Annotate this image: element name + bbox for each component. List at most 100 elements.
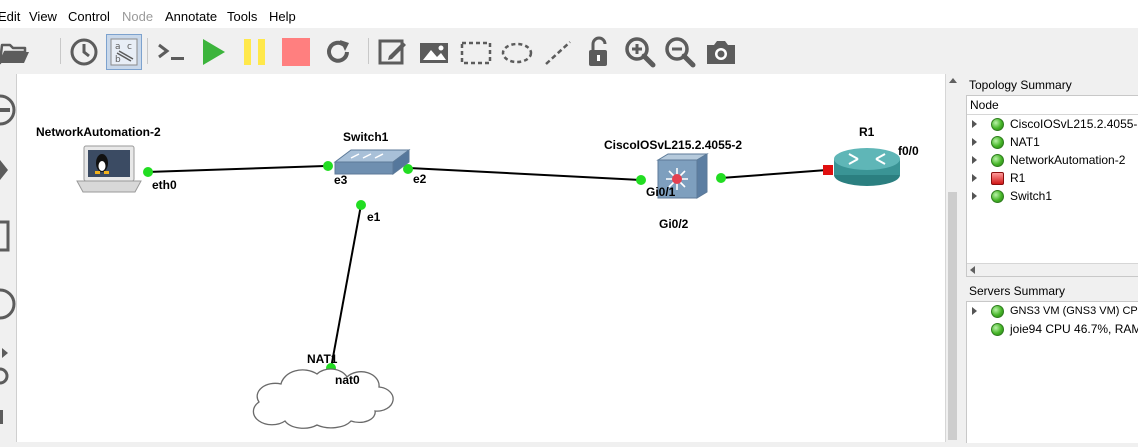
- draw-line-icon: [545, 41, 571, 65]
- add-note-button[interactable]: [375, 34, 411, 70]
- networkautomation-node[interactable]: [76, 145, 142, 193]
- edit-note-icon: [378, 39, 406, 65]
- draw-rectangle-button[interactable]: [458, 34, 494, 70]
- link-networkautomation-switch[interactable]: [146, 165, 326, 173]
- show-interface-labels-icon: a c b: [110, 38, 138, 66]
- port-label-f0-0: f0/0: [898, 144, 919, 158]
- menu-control[interactable]: Control: [68, 0, 110, 28]
- topology-node-row[interactable]: CiscoIOSvL215.2.4055-2: [967, 115, 1138, 133]
- menu-annotate[interactable]: Annotate: [165, 0, 217, 28]
- draw-ellipse-button[interactable]: [499, 34, 535, 70]
- all-devices-category-icon[interactable]: [0, 348, 9, 385]
- stop-all-button[interactable]: [278, 34, 314, 70]
- insert-picture-button[interactable]: [416, 34, 452, 70]
- zoom-in-icon: [625, 37, 656, 68]
- reload-all-button[interactable]: [320, 34, 356, 70]
- scroll-up-icon[interactable]: [949, 78, 957, 83]
- link-switch-nat[interactable]: [330, 204, 362, 369]
- link-status-dot: [356, 200, 366, 210]
- lock-icon: [589, 36, 607, 66]
- svg-text:c: c: [127, 42, 132, 52]
- server-row[interactable]: joie94 CPU 46.7%, RAM 9: [967, 320, 1138, 338]
- expand-arrow-icon[interactable]: [972, 156, 977, 164]
- topology-canvas[interactable]: NetworkAutomation-2 Switch1 CiscoIOSvL21…: [17, 74, 945, 442]
- link-switch-ciscoiosvl2[interactable]: [408, 167, 642, 181]
- lock-items-button[interactable]: [581, 34, 617, 70]
- topology-node-row[interactable]: R1: [967, 169, 1138, 187]
- topology-summary-tree[interactable]: Node CiscoIOSvL215.2.4055-2 NAT1 Network…: [966, 95, 1138, 277]
- link-status-dot: [143, 167, 153, 177]
- show-interface-labels-button[interactable]: a c b: [106, 34, 142, 70]
- canvas-vertical-scrollbar[interactable]: [945, 74, 960, 442]
- node-label-nat: NAT1: [307, 352, 338, 366]
- nat-cloud-node[interactable]: [252, 368, 394, 429]
- server-label: GNS3 VM (GNS3 VM) CPU 2: [1010, 305, 1138, 317]
- topology-node-row[interactable]: NAT1: [967, 133, 1138, 151]
- switch-category-icon[interactable]: [0, 160, 8, 180]
- expand-arrow-icon[interactable]: [972, 120, 977, 128]
- add-link-icon[interactable]: [0, 410, 3, 424]
- node-label-networkautomation: NetworkAutomation-2: [36, 125, 161, 139]
- topology-summary-hscroll[interactable]: [967, 263, 1138, 276]
- start-icon: [203, 39, 225, 65]
- expand-arrow-icon[interactable]: [972, 307, 977, 315]
- insert-picture-icon: [420, 43, 448, 63]
- open-project-button[interactable]: [0, 34, 32, 70]
- start-all-button[interactable]: [195, 34, 231, 70]
- zoom-in-button[interactable]: [622, 34, 658, 70]
- router-category-icon[interactable]: [0, 94, 16, 126]
- security-category-icon[interactable]: [0, 288, 16, 320]
- topology-node-label: NAT1: [1010, 135, 1040, 149]
- router-node[interactable]: [834, 148, 900, 186]
- status-running-icon: [991, 154, 1004, 167]
- menu-edit[interactable]: Edit: [0, 0, 20, 28]
- port-label-e1: e1: [367, 210, 381, 224]
- expand-arrow-icon[interactable]: [972, 192, 977, 200]
- draw-line-button[interactable]: [540, 34, 576, 70]
- port-label-e2: e2: [413, 172, 427, 186]
- topology-node-row[interactable]: Switch1: [967, 187, 1138, 205]
- status-running-icon: [991, 118, 1004, 131]
- scroll-left-icon[interactable]: [970, 266, 975, 274]
- draw-ellipse-icon: [501, 42, 533, 64]
- menu-view[interactable]: View: [29, 0, 57, 28]
- expand-arrow-icon[interactable]: [972, 174, 977, 182]
- link-status-dot: [323, 161, 333, 171]
- zoom-out-button[interactable]: [662, 34, 698, 70]
- menu-help[interactable]: Help: [269, 0, 296, 28]
- snapshot-button[interactable]: [66, 34, 102, 70]
- scrollbar-thumb[interactable]: [948, 192, 957, 440]
- svg-text:b: b: [115, 55, 121, 65]
- menu-bar: Edit View Control Node Annotate Tools He…: [0, 0, 1138, 28]
- node-column-header[interactable]: Node: [967, 96, 1138, 115]
- link-ciscoiosvl2-router[interactable]: [720, 169, 828, 179]
- clock-icon: [70, 38, 98, 66]
- svg-text:a: a: [115, 42, 121, 52]
- port-label-eth0: eth0: [152, 178, 177, 192]
- screenshot-button[interactable]: [703, 34, 739, 70]
- topology-node-label: Switch1: [1010, 189, 1053, 203]
- status-stopped-icon: [991, 172, 1004, 185]
- suspend-icon: [244, 39, 265, 65]
- end-device-category-icon[interactable]: [0, 220, 10, 252]
- status-running-icon: [991, 305, 1004, 318]
- toolbar-separator: [368, 38, 369, 64]
- suspend-all-button[interactable]: [237, 34, 273, 70]
- switch-node[interactable]: [333, 149, 411, 175]
- server-row[interactable]: GNS3 VM (GNS3 VM) CPU 2: [967, 302, 1138, 320]
- servers-summary-tree[interactable]: GNS3 VM (GNS3 VM) CPU 2 joie94 CPU 46.7%…: [966, 301, 1138, 443]
- expand-arrow-icon[interactable]: [972, 138, 977, 146]
- node-label-router: R1: [859, 125, 875, 139]
- menu-tools[interactable]: Tools: [227, 0, 257, 28]
- console-all-button[interactable]: [154, 34, 190, 70]
- node-label-ciscoiosvl2: CiscoIOSvL215.2.4055-2: [604, 138, 743, 152]
- device-types-sidebar: [0, 74, 17, 442]
- topology-node-label: CiscoIOSvL215.2.4055-2: [1010, 117, 1138, 131]
- status-running-icon: [991, 323, 1004, 336]
- topology-node-row[interactable]: NetworkAutomation-2: [967, 151, 1138, 169]
- link-status-dot: [636, 175, 646, 185]
- menu-node[interactable]: Node: [122, 0, 153, 28]
- topology-node-label: NetworkAutomation-2: [1010, 153, 1126, 167]
- zoom-out-icon: [665, 37, 696, 68]
- draw-rectangle-icon: [460, 41, 492, 65]
